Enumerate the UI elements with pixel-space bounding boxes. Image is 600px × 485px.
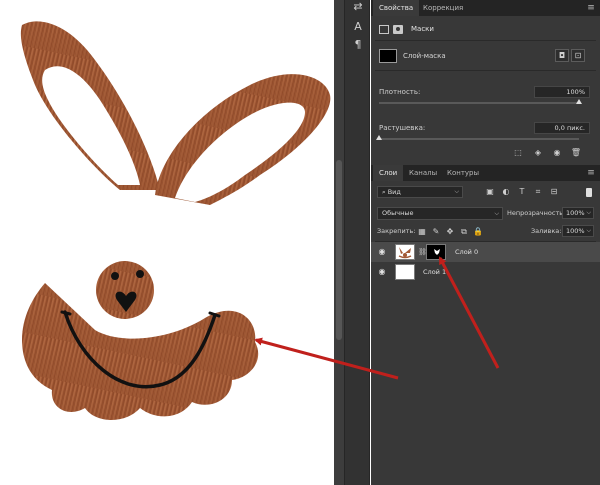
fill-label: Заливка: [531, 227, 562, 235]
paragraph-icon[interactable]: ¶ [351, 38, 365, 52]
filter-smart-object-icon[interactable]: ⊟ [548, 186, 560, 198]
toggle-mask-icon[interactable]: ◉ [551, 147, 563, 159]
feather-slider-knob[interactable] [376, 135, 382, 140]
feather-field[interactable]: 0,0 пикс. [534, 122, 590, 134]
layer-thumbnail-art [396, 245, 414, 259]
selection-from-mask-icon[interactable]: ⬚ [512, 147, 524, 159]
delete-mask-icon[interactable]: 🗑 [570, 147, 582, 159]
link-icon[interactable]: ⛓ [418, 247, 427, 257]
density-field[interactable]: 100% [534, 86, 590, 98]
vector-mask-add-icon[interactable]: ⊡ [571, 49, 585, 62]
apply-mask-icon[interactable]: ◈ [532, 147, 544, 159]
layer-row[interactable]: ◉ Слой 1 [371, 262, 600, 282]
filter-type-icon[interactable]: T [516, 186, 528, 198]
tab-paths[interactable]: Контуры [441, 165, 485, 181]
filter-shape-icon[interactable]: ⌗ [532, 186, 544, 198]
tab-adjustments[interactable]: Коррекция [417, 0, 469, 16]
filter-adjustment-icon[interactable]: ◐ [500, 186, 512, 198]
mask-select-icon[interactable]: ◘ [555, 49, 569, 62]
layer-row[interactable]: ◉ ⛓ Слой 0 [371, 242, 600, 262]
filter-toggle-switch[interactable] [586, 188, 592, 197]
mask-label: Слой-маска [403, 52, 446, 60]
tab-properties[interactable]: Свойства [373, 0, 420, 16]
eye-icon[interactable]: ◉ [377, 247, 387, 257]
section-title: Маски [411, 25, 434, 33]
chevron-down-icon: ⌵ [586, 209, 591, 216]
layer-name[interactable]: Слой 1 [423, 268, 446, 276]
right-panels: Свойства Коррекция ≡ Маски Слой-маска ◘ … [371, 0, 600, 485]
panel-menu-icon[interactable]: ≡ [586, 1, 596, 15]
mask-thumbnail-art [427, 245, 445, 259]
blend-mode-select[interactable]: Обычные ⌵ [377, 207, 503, 220]
opacity-label: Непрозрачность: [507, 209, 566, 217]
properties-tabbar: Свойства Коррекция ≡ [371, 0, 600, 16]
blend-mode-value: Обычные [382, 209, 414, 217]
nose-piece [96, 261, 154, 319]
density-slider-knob[interactable] [576, 99, 582, 104]
divider [375, 70, 596, 71]
fill-field[interactable]: 100% ⌵ [562, 225, 594, 237]
lock-label: Закрепить: [377, 227, 416, 235]
left-ear [20, 21, 161, 190]
opacity-value: 100% [566, 209, 585, 217]
layer-filter-select[interactable]: ⌕ Вид ⌵ [377, 186, 463, 198]
document-canvas[interactable] [0, 0, 334, 485]
divider [375, 40, 596, 41]
lock-transparency-icon[interactable]: ▦ [417, 226, 427, 237]
vector-mask-icon[interactable] [393, 24, 403, 34]
right-ear [155, 74, 331, 205]
density-slider[interactable] [379, 102, 579, 104]
filter-label: Вид [387, 188, 401, 196]
text-tool-icon[interactable]: A [351, 20, 365, 34]
lock-artboard-icon[interactable]: ⧉ [459, 226, 469, 237]
density-label: Плотность: [379, 88, 421, 96]
tab-layers[interactable]: Слои [373, 165, 404, 181]
properties-panel: Маски Слой-маска ◘ ⊡ Плотность: 100% Рас… [371, 16, 600, 165]
chevron-down-icon: ⌵ [586, 227, 591, 234]
feather-slider[interactable] [379, 138, 579, 140]
chevron-down-icon: ⌵ [494, 210, 499, 217]
feather-label: Растушевка: [379, 124, 426, 132]
lock-all-icon[interactable]: 🔒 [473, 226, 483, 237]
layer-mask-thumbnail[interactable] [426, 244, 446, 260]
filter-pixel-icon[interactable]: ▣ [484, 186, 496, 198]
layers-menu-icon[interactable]: ≡ [586, 166, 596, 180]
tab-channels[interactable]: Каналы [403, 165, 443, 181]
fill-value: 100% [566, 227, 585, 235]
swap-icon[interactable]: ⇄ [351, 0, 365, 14]
chevron-down-icon: ⌵ [454, 188, 459, 195]
layers-tabbar: Слои Каналы Контуры ≡ [371, 165, 600, 181]
canvas-vertical-scrollbar[interactable] [334, 0, 344, 485]
canvas-artwork [20, 21, 331, 421]
mask-thumbnail [379, 49, 397, 63]
layer-thumbnail[interactable] [395, 264, 415, 280]
eye-icon[interactable]: ◉ [377, 267, 387, 277]
lock-move-icon[interactable]: ✥ [445, 226, 455, 237]
lock-brush-icon[interactable]: ✎ [431, 226, 441, 237]
scrollbar-thumb[interactable] [336, 160, 342, 340]
layer-thumbnail[interactable] [395, 244, 415, 260]
masks-header: Маски [379, 22, 434, 36]
pixel-mask-icon[interactable] [379, 24, 389, 34]
layer-name[interactable]: Слой 0 [455, 248, 478, 256]
panel-toolstrip: ⇄ A ¶ [344, 0, 370, 485]
layers-panel: ⌕ Вид ⌵ ▣ ◐ T ⌗ ⊟ Обычные ⌵ Непрозрачнос… [371, 181, 600, 485]
opacity-field[interactable]: 100% ⌵ [562, 207, 594, 219]
